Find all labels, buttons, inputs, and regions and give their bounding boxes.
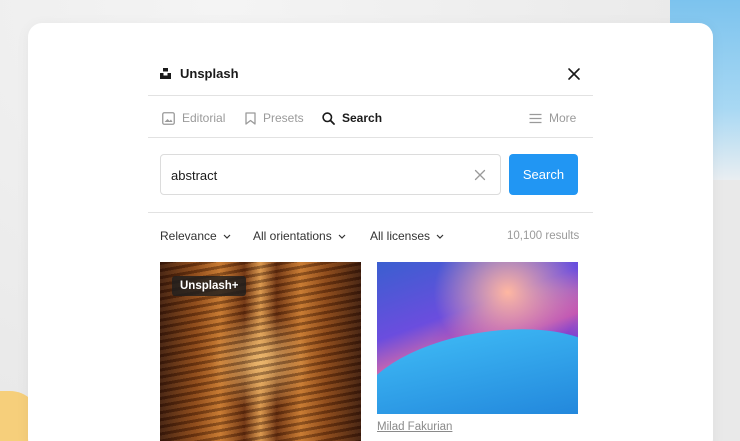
chevron-down-icon bbox=[436, 234, 444, 239]
orientation-dropdown[interactable]: All orientations bbox=[253, 229, 346, 243]
sort-label: Relevance bbox=[160, 229, 217, 243]
search-input[interactable] bbox=[171, 165, 461, 185]
divider-search bbox=[148, 212, 593, 213]
tab-search[interactable]: Search bbox=[322, 109, 382, 127]
chevron-down-icon bbox=[223, 234, 231, 239]
menu-icon bbox=[529, 113, 542, 123]
result-image[interactable] bbox=[377, 262, 578, 414]
search-icon bbox=[322, 111, 335, 125]
sort-dropdown[interactable]: Relevance bbox=[160, 229, 231, 243]
more-menu-button[interactable]: More bbox=[529, 109, 576, 127]
unsplash-logo-icon bbox=[160, 68, 171, 79]
divider-tabs bbox=[148, 137, 593, 138]
divider-top bbox=[148, 95, 593, 96]
search-field[interactable] bbox=[160, 154, 501, 195]
chevron-down-icon bbox=[338, 234, 346, 239]
license-dropdown[interactable]: All licenses bbox=[370, 229, 444, 243]
image-icon bbox=[162, 111, 175, 125]
results-count: 10,100 results bbox=[507, 230, 580, 242]
tab-label: Search bbox=[342, 111, 383, 125]
panel-title: Unsplash bbox=[180, 66, 239, 81]
more-label: More bbox=[549, 111, 577, 125]
tab-label: Presets bbox=[263, 111, 304, 125]
close-icon[interactable] bbox=[566, 66, 582, 82]
bookmark-icon bbox=[245, 111, 256, 125]
search-button[interactable]: Search bbox=[509, 154, 578, 195]
tab-presets[interactable]: Presets bbox=[245, 109, 304, 127]
license-label: All licenses bbox=[370, 229, 431, 243]
tab-label: Editorial bbox=[182, 111, 226, 125]
photographer-credit-link[interactable]: Milad Fakurian bbox=[377, 421, 452, 433]
unsplash-plus-badge: Unsplash+ bbox=[172, 276, 247, 296]
clear-icon[interactable] bbox=[474, 169, 486, 181]
panel-header: Unsplash bbox=[148, 23, 593, 96]
orientation-label: All orientations bbox=[253, 229, 332, 243]
tab-editorial[interactable]: Editorial bbox=[162, 109, 225, 127]
